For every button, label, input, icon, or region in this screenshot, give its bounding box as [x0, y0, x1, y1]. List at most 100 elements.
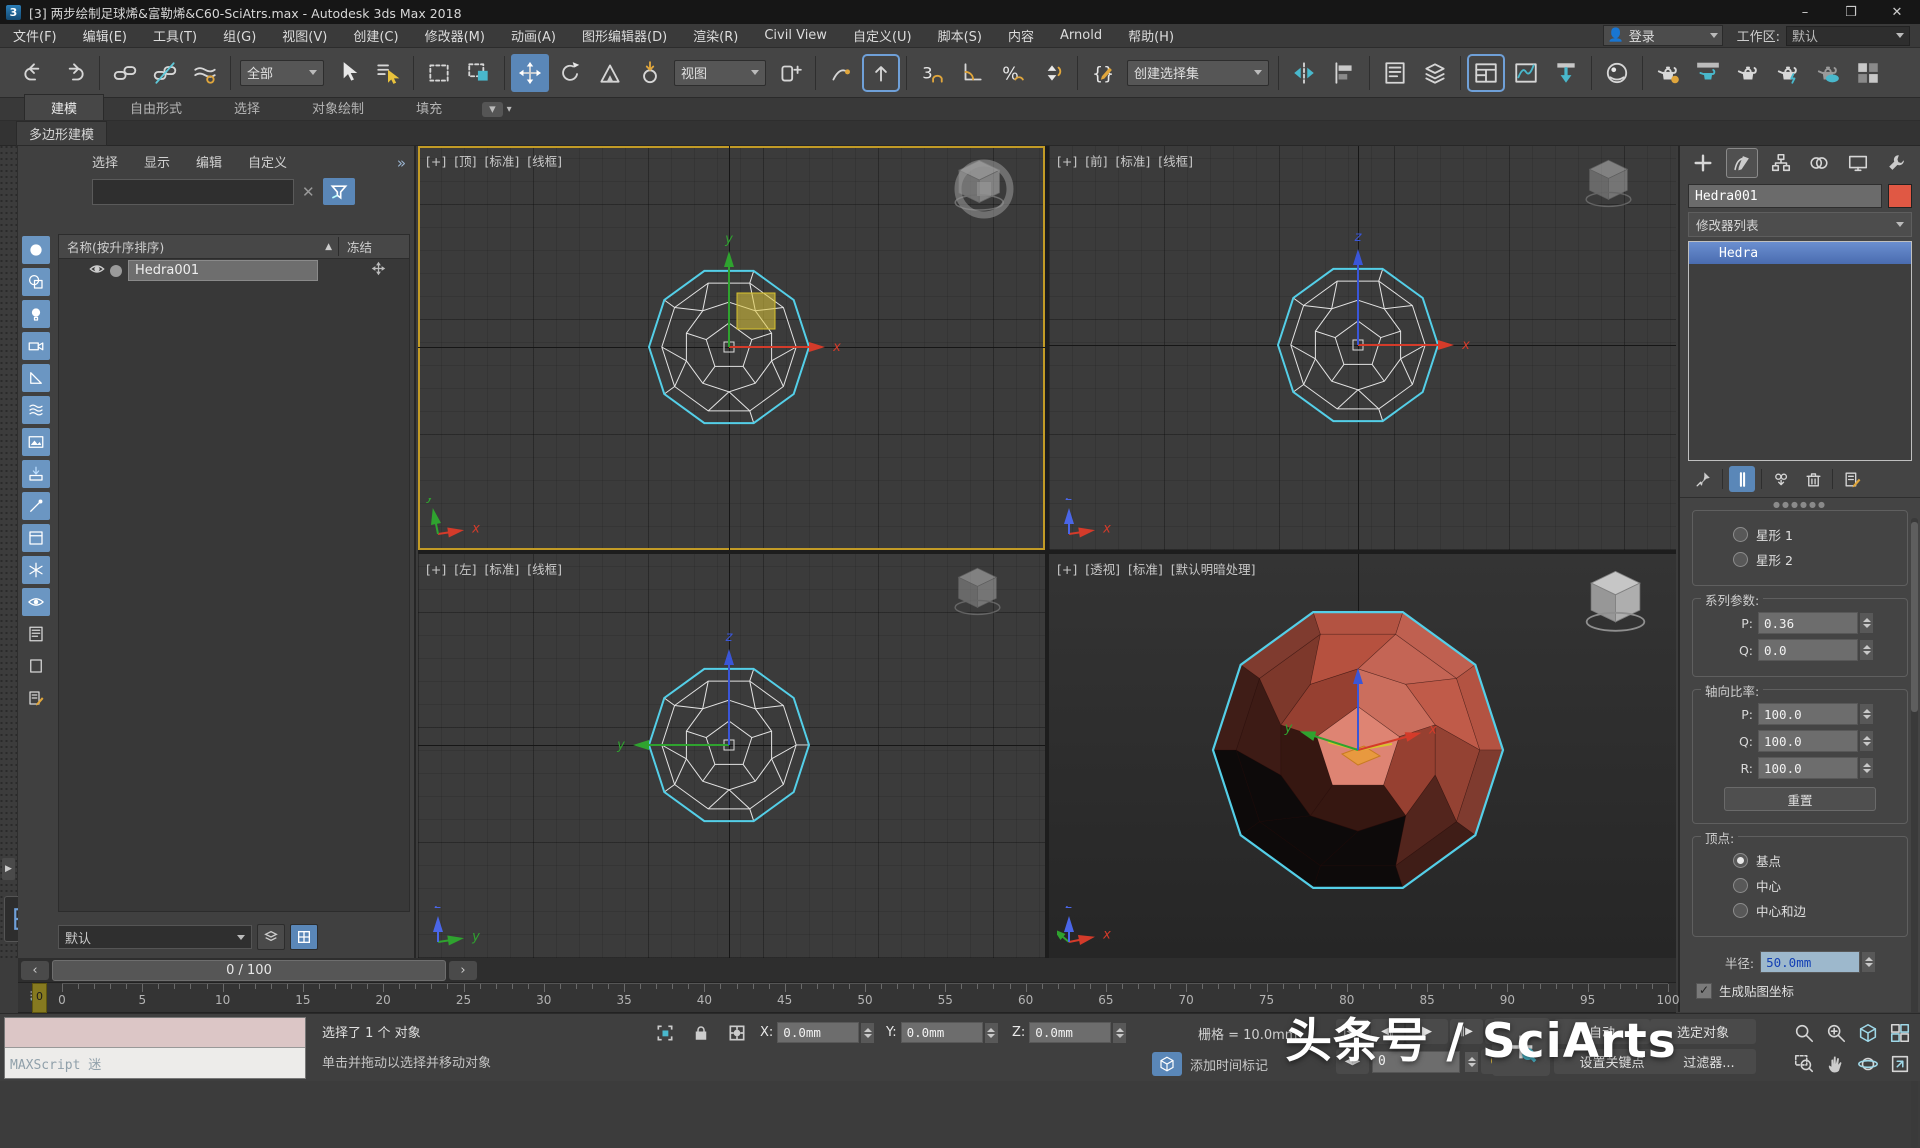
snaps-toggle-button[interactable]: 3: [913, 54, 951, 92]
viewport-shading[interactable]: [线框]: [527, 562, 562, 577]
viewport-front[interactable]: [+][前][标准][线框]xzxz: [1049, 146, 1676, 550]
undo-button[interactable]: [15, 54, 53, 92]
menu-item-arnold[interactable]: Arnold: [1047, 24, 1115, 47]
toggle-spacewarps-icon[interactable]: [22, 396, 50, 424]
minimize-button[interactable]: –: [1782, 0, 1828, 24]
toggle-bones-icon[interactable]: [22, 492, 50, 520]
modifier-list-dropdown[interactable]: 修改器列表: [1688, 212, 1912, 237]
panel-expander-arrow[interactable]: ▶: [2, 858, 15, 880]
series-p-field[interactable]: 0.36: [1758, 612, 1858, 634]
modifier-stack[interactable]: Hedra: [1688, 241, 1912, 461]
clear-search-icon[interactable]: ✕: [302, 183, 315, 201]
toggle-containers-icon[interactable]: [22, 524, 50, 552]
tab-hierarchy[interactable]: [1765, 148, 1797, 178]
select-and-manipulate-button[interactable]: [822, 54, 860, 92]
stack-item-hedra[interactable]: Hedra: [1689, 242, 1911, 264]
explorer-grid-button[interactable]: [290, 924, 318, 950]
viewport-shading[interactable]: [线框]: [1158, 154, 1193, 169]
visibility-eye-icon[interactable]: [89, 261, 105, 281]
rendered-frame-window-button[interactable]: [1689, 54, 1727, 92]
show-end-result-button[interactable]: [1729, 466, 1755, 492]
viewport-style[interactable]: [标准]: [485, 154, 520, 169]
use-pivot-point-center-button[interactable]: [771, 54, 809, 92]
unlink-selection-button[interactable]: [146, 54, 184, 92]
toggle-frozen-icon[interactable]: [22, 556, 50, 584]
select-and-place-button[interactable]: [631, 54, 669, 92]
generate-mapping-coords-checkbox[interactable]: ✓ 生成贴图坐标: [1696, 981, 1920, 1000]
render-in-cloud-button[interactable]: [1809, 54, 1847, 92]
toggle-materials-icon[interactable]: [22, 428, 50, 456]
absolute-mode-icon[interactable]: [724, 1021, 750, 1045]
window-crossing-toggle[interactable]: [460, 54, 498, 92]
toggle-hidden-icon[interactable]: [22, 588, 50, 616]
name-column-header[interactable]: 名称(按升序排序) ▲: [59, 237, 338, 256]
menu-item-t[interactable]: 工具(T): [140, 24, 210, 47]
y-spinner[interactable]: [985, 1023, 998, 1043]
previous-frame-arrow[interactable]: ‹: [21, 961, 49, 980]
select-and-link-button[interactable]: [106, 54, 144, 92]
axis-r-field[interactable]: 100.0: [1758, 757, 1858, 779]
explorer-menu-显示[interactable]: 显示: [144, 152, 170, 171]
frozen-column-header[interactable]: 冻结: [338, 237, 409, 256]
select-by-name-button[interactable]: [369, 54, 407, 92]
menu-item-s[interactable]: 脚本(S): [925, 24, 995, 47]
menu-item-civilview[interactable]: Civil View: [751, 24, 840, 47]
selection-region-cube-icon[interactable]: [652, 1021, 678, 1045]
keyboard-override-toggle[interactable]: [862, 54, 900, 92]
vertex-option-center[interactable]: 中心: [1733, 876, 1901, 895]
select-object-button[interactable]: [329, 54, 367, 92]
menu-item-h[interactable]: 帮助(H): [1115, 24, 1187, 47]
maxscript-macro-row[interactable]: [5, 1018, 305, 1048]
maximize-button[interactable]: ❒: [1828, 0, 1874, 24]
bind-to-space-warp-button[interactable]: [186, 54, 224, 92]
pin-stack-button[interactable]: [1690, 466, 1716, 492]
toggle-scene-explorer-button[interactable]: [1376, 54, 1414, 92]
edit-named-selection-sets-button[interactable]: {}: [1084, 54, 1122, 92]
viewcube[interactable]: [1584, 566, 1647, 634]
toggle-helpers-icon[interactable]: [22, 364, 50, 392]
menu-item-f[interactable]: 文件(F): [0, 24, 70, 47]
vertex-option-base[interactable]: 基点: [1733, 851, 1901, 870]
ribbon-tab-自由形式[interactable]: 自由形式: [104, 95, 208, 120]
explorer-menu-编辑[interactable]: 编辑: [196, 152, 222, 171]
explorer-filter-button[interactable]: [323, 178, 355, 205]
select-and-rotate-button[interactable]: [551, 54, 589, 92]
next-frame-arrow[interactable]: ›: [449, 961, 477, 980]
tab-motion[interactable]: [1803, 148, 1835, 178]
material-editor-button[interactable]: [1598, 54, 1636, 92]
viewport-view-name[interactable]: [前]: [1085, 154, 1107, 169]
ribbon-minimize-button[interactable]: ▾▾: [482, 102, 512, 120]
rollout-scroll-grip[interactable]: ●●●●●●: [1680, 500, 1920, 508]
explorer-layers-button[interactable]: [257, 924, 285, 950]
viewport-view-name[interactable]: [左]: [454, 562, 476, 577]
maximize-viewport-toggle[interactable]: [1884, 1049, 1915, 1079]
curve-editor-button[interactable]: [1507, 54, 1545, 92]
toggle-lights-icon[interactable]: [22, 300, 50, 328]
remove-modifier-button[interactable]: [1800, 466, 1826, 492]
named-selection-sets-dropdown[interactable]: 创建选择集: [1127, 60, 1269, 86]
select-and-scale-button[interactable]: [591, 54, 629, 92]
explorer-search-input[interactable]: [92, 179, 294, 205]
object-color-swatch[interactable]: [1888, 184, 1912, 208]
viewport-style[interactable]: [标准]: [1128, 562, 1163, 577]
series-q-spinner[interactable]: [1860, 640, 1873, 660]
tab-display[interactable]: [1842, 148, 1874, 178]
mirror-button[interactable]: [1285, 54, 1323, 92]
percent-snap-toggle[interactable]: %: [993, 54, 1031, 92]
select-and-move-button[interactable]: [511, 54, 549, 92]
menu-item-a[interactable]: 动画(A): [498, 24, 569, 47]
align-button[interactable]: [1325, 54, 1363, 92]
zoom-extents-all-button[interactable]: [1884, 1018, 1915, 1048]
menu-item-d[interactable]: 图形编辑器(D): [569, 24, 680, 47]
object-name-field[interactable]: Hedra001: [1688, 184, 1882, 208]
viewport-view-name[interactable]: [透视]: [1085, 562, 1120, 577]
toggle-cameras-icon[interactable]: [22, 332, 50, 360]
tab-utilities[interactable]: [1881, 148, 1913, 178]
reset-button[interactable]: 重置: [1724, 787, 1876, 811]
tab-create[interactable]: [1687, 148, 1719, 178]
add-time-tag[interactable]: 添加时间标记: [1190, 1055, 1268, 1074]
ribbon-subtab-poly-modeling[interactable]: 多边形建模: [16, 121, 107, 146]
menu-item-e[interactable]: 编辑(E): [70, 24, 140, 47]
viewport-view-name[interactable]: [顶]: [454, 154, 476, 169]
toggle-xref-icon[interactable]: [22, 460, 50, 488]
